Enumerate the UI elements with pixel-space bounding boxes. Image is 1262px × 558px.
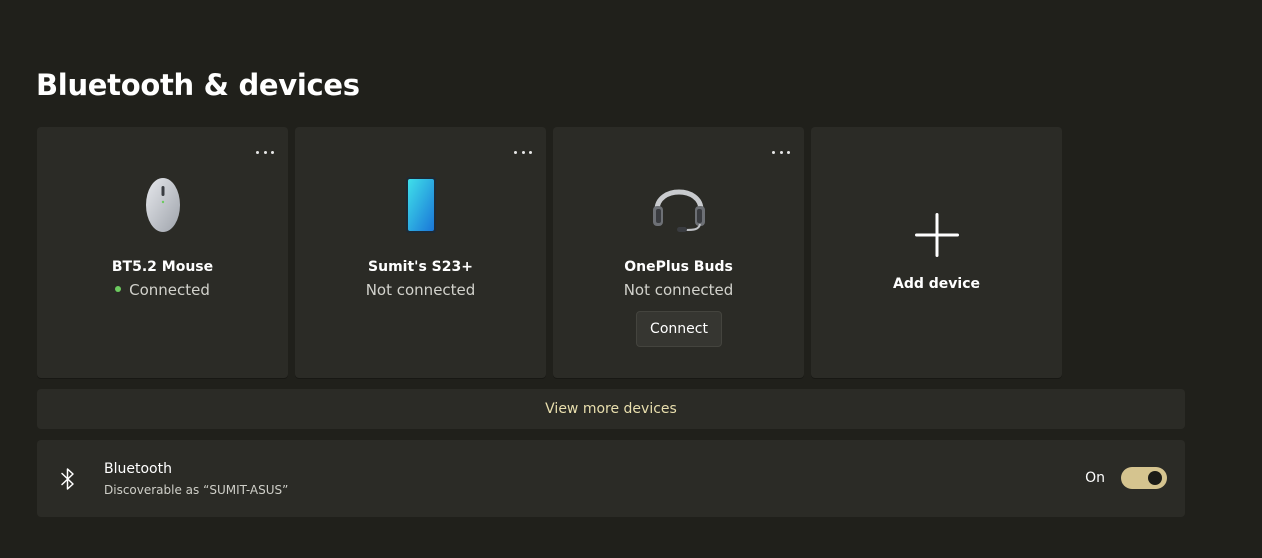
headset-icon	[553, 174, 804, 236]
device-status: Connected	[37, 281, 288, 299]
device-name: BT5.2 Mouse	[111, 259, 214, 275]
device-status: Not connected	[623, 281, 734, 299]
device-name: OnePlus Buds	[624, 259, 733, 275]
add-device-card[interactable]: Add device	[811, 127, 1062, 378]
bluetooth-icon	[59, 467, 77, 491]
device-card-phone[interactable]: Sumit's S23+ Not connected	[295, 127, 546, 378]
plus-icon	[811, 212, 1062, 258]
bluetooth-subtitle: Discoverable as “SUMIT-ASUS”	[104, 483, 289, 497]
bluetooth-title: Bluetooth	[104, 461, 172, 477]
connect-button[interactable]: Connect	[636, 311, 722, 347]
mouse-icon	[37, 174, 288, 236]
device-name: Sumit's S23+	[368, 259, 473, 275]
device-card-mouse[interactable]: BT5.2 Mouse Connected	[37, 127, 288, 378]
bluetooth-toggle[interactable]	[1121, 467, 1167, 489]
toggle-state-label: On	[1085, 470, 1105, 486]
more-options-button[interactable]	[514, 147, 532, 157]
device-card-headset[interactable]: OnePlus Buds Not connected Connect	[553, 127, 804, 378]
bluetooth-setting-row: Bluetooth Discoverable as “SUMIT-ASUS” O…	[37, 440, 1185, 517]
more-options-button[interactable]	[772, 147, 790, 157]
connected-dot-icon	[115, 285, 122, 292]
device-status-text: Connected	[129, 281, 210, 299]
device-status: Not connected	[365, 281, 476, 299]
add-device-label: Add device	[893, 276, 980, 292]
view-more-devices-button[interactable]: View more devices	[37, 389, 1185, 429]
phone-icon	[295, 174, 546, 236]
more-options-button[interactable]	[256, 147, 274, 157]
toggle-knob	[1148, 471, 1162, 485]
page-title: Bluetooth & devices	[36, 68, 360, 102]
